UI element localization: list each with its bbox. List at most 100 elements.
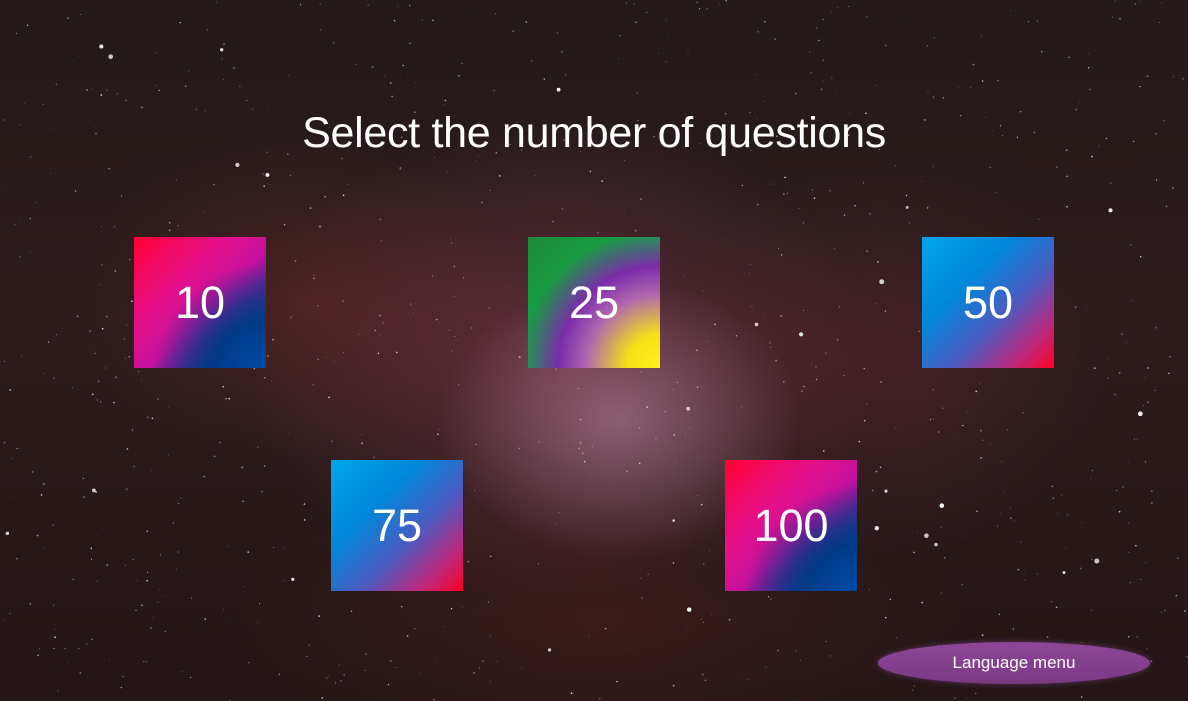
- star: [829, 655, 831, 657]
- star: [448, 329, 450, 331]
- star: [106, 89, 108, 91]
- star: [442, 104, 444, 106]
- star: [272, 338, 274, 341]
- star: [578, 447, 581, 450]
- star: [1108, 208, 1113, 213]
- star: [875, 470, 878, 473]
- star: [1090, 477, 1092, 479]
- star: [1021, 230, 1023, 231]
- star: [235, 162, 240, 168]
- star: [339, 210, 341, 211]
- star: [228, 545, 229, 547]
- star: [53, 604, 55, 606]
- star: [489, 189, 491, 191]
- star: [320, 29, 322, 31]
- star: [1112, 16, 1113, 18]
- star: [1134, 438, 1136, 440]
- star: [489, 635, 491, 637]
- star: [618, 58, 620, 60]
- star: [518, 356, 521, 358]
- star: [898, 17, 900, 19]
- star: [308, 644, 311, 647]
- star: [742, 673, 744, 675]
- star: [836, 339, 839, 341]
- star: [866, 250, 868, 252]
- star: [306, 655, 308, 658]
- star: [770, 346, 771, 348]
- star: [303, 503, 306, 505]
- star: [1038, 218, 1040, 220]
- star: [1051, 485, 1054, 488]
- star: [980, 35, 982, 36]
- star: [858, 440, 861, 443]
- star: [1064, 547, 1066, 549]
- star: [1062, 571, 1066, 575]
- star: [932, 418, 934, 420]
- star: [764, 20, 766, 23]
- star: [265, 172, 270, 177]
- star: [800, 660, 801, 662]
- star: [905, 194, 908, 197]
- star: [291, 577, 295, 581]
- star: [9, 389, 12, 391]
- star: [829, 189, 832, 192]
- star: [177, 225, 179, 227]
- star: [180, 497, 182, 499]
- star: [450, 607, 453, 610]
- option-10-questions[interactable]: 10: [134, 237, 266, 368]
- star: [100, 401, 102, 403]
- star: [157, 601, 159, 603]
- star: [181, 671, 183, 673]
- star: [490, 555, 492, 558]
- star: [1175, 594, 1178, 597]
- star: [932, 389, 934, 391]
- star: [933, 37, 935, 39]
- star: [325, 356, 327, 358]
- star: [133, 465, 135, 468]
- star: [16, 447, 18, 450]
- star: [131, 300, 133, 303]
- star: [1184, 610, 1186, 612]
- star: [172, 522, 174, 524]
- star: [547, 648, 552, 652]
- star: [19, 256, 21, 258]
- star: [972, 63, 975, 66]
- star: [699, 8, 701, 10]
- star: [1122, 486, 1124, 488]
- star: [108, 167, 110, 170]
- star: [1027, 20, 1030, 23]
- star: [999, 513, 1001, 514]
- star: [505, 285, 507, 287]
- star: [438, 429, 440, 431]
- star: [863, 419, 866, 422]
- option-75-questions[interactable]: 75: [331, 460, 463, 591]
- star: [672, 684, 675, 687]
- star: [719, 3, 720, 4]
- star: [1024, 579, 1026, 581]
- star: [543, 78, 546, 80]
- star: [913, 685, 916, 687]
- star: [19, 448, 20, 449]
- star: [462, 277, 464, 279]
- star: [969, 86, 972, 88]
- star: [391, 95, 393, 98]
- star: [42, 103, 44, 106]
- star: [1116, 490, 1118, 491]
- option-75-label: 75: [371, 500, 423, 551]
- star: [747, 679, 749, 681]
- star: [263, 185, 266, 187]
- option-100-questions[interactable]: 100: [725, 460, 857, 591]
- star: [1146, 648, 1148, 650]
- star: [810, 381, 812, 382]
- star: [161, 539, 163, 540]
- language-menu-button[interactable]: Language menu: [878, 642, 1150, 684]
- star: [399, 166, 402, 169]
- star: [95, 491, 97, 493]
- star: [784, 438, 786, 440]
- star: [990, 443, 992, 445]
- star: [26, 24, 29, 27]
- page-title: Select the number of questions: [302, 109, 886, 157]
- star: [146, 579, 149, 582]
- option-50-questions[interactable]: 50: [922, 237, 1054, 368]
- option-25-questions[interactable]: 25: [528, 237, 660, 368]
